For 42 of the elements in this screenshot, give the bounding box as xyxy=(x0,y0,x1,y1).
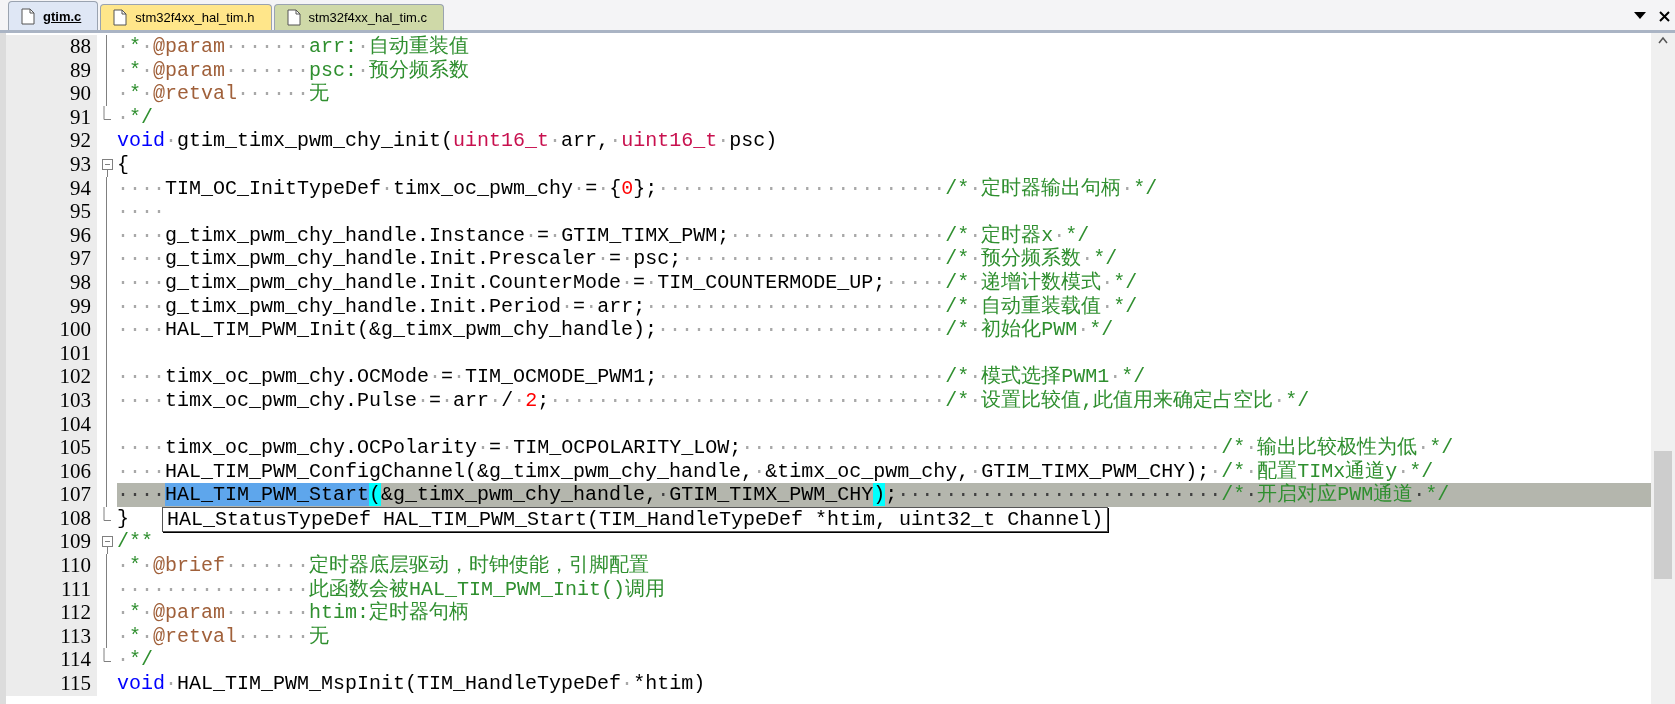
line-number: 100 xyxy=(6,318,97,342)
file-tab[interactable]: stm32f4xx_hal_tim.c xyxy=(273,4,445,30)
caret-icon xyxy=(1634,12,1646,20)
vertical-scrollbar[interactable] xyxy=(1651,33,1675,704)
line-number: 88 xyxy=(6,35,97,59)
line-number: 89 xyxy=(6,58,97,83)
line-number: 95 xyxy=(6,200,97,224)
line-number: 99 xyxy=(6,294,97,319)
file-icon xyxy=(286,9,301,26)
file-icon xyxy=(21,7,35,25)
line-number: 103 xyxy=(6,388,97,413)
line-number: 96 xyxy=(6,223,97,248)
scrollbar-thumb[interactable] xyxy=(1654,451,1672,579)
line-number: 94 xyxy=(6,176,97,201)
signature-tooltip: HAL_StatusTypeDef HAL_TIM_PWM_Start(TIM_HandleTypeDef *htim, uint32_t Channel) xyxy=(162,506,1109,532)
line-number: 104 xyxy=(6,412,97,437)
file-icon xyxy=(113,9,128,26)
line-number: 115 xyxy=(6,672,97,696)
line-number: 92 xyxy=(6,129,97,153)
line-number: 90 xyxy=(6,82,97,106)
line-number: 105 xyxy=(6,436,97,460)
line-number: 98 xyxy=(6,270,97,295)
line-number: 110 xyxy=(6,554,97,578)
line-number: 102 xyxy=(6,365,97,389)
line-number: 112 xyxy=(6,601,97,625)
line-number: 106 xyxy=(6,459,97,484)
line-number: 91 xyxy=(6,105,97,130)
line-number: 109 xyxy=(6,530,97,555)
line-number: 101 xyxy=(6,341,97,366)
line-number: 108 xyxy=(6,506,97,531)
line-number: 97 xyxy=(6,247,97,271)
close-icon xyxy=(1658,10,1670,22)
line-number: 93 xyxy=(6,152,97,177)
line-number: 111 xyxy=(6,577,97,602)
file-tab[interactable]: gtim.c xyxy=(8,1,99,30)
fold-end-line xyxy=(103,648,111,663)
line-number: 107 xyxy=(6,483,97,507)
file-tab[interactable]: stm32f4xx_hal_tim.h xyxy=(100,4,272,30)
fold-end-line xyxy=(103,506,111,521)
fold-end-line xyxy=(103,105,111,120)
line-number: 113 xyxy=(6,624,97,649)
line-number: 114 xyxy=(6,648,97,673)
